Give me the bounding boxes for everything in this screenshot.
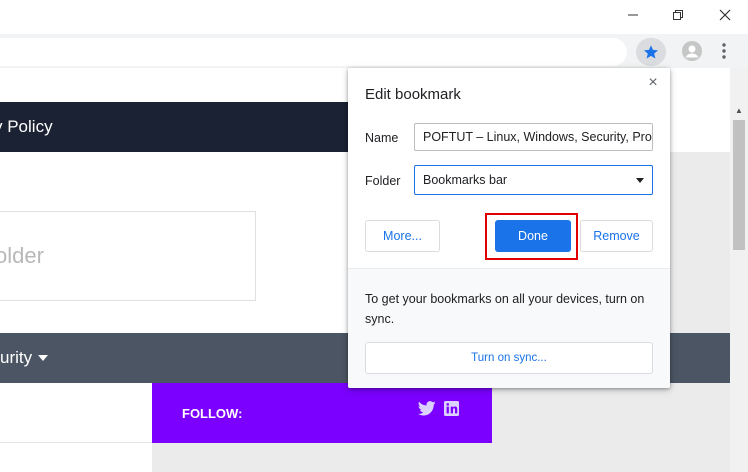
follow-label: FOLLOW: [182,405,243,421]
sidebar-background-lower [492,383,730,472]
folder-select[interactable]: Bookmarks bar [414,165,653,195]
close-icon [719,9,731,21]
turn-on-sync-button[interactable]: Turn on sync... [365,342,653,374]
scrollbar-thumb[interactable] [733,120,745,250]
kebab-menu-icon [722,43,726,59]
twitter-icon[interactable] [418,401,436,416]
sync-promo: To get your bookmarks on all your device… [348,268,670,388]
chevron-down-icon [38,355,49,361]
browser-menu-button[interactable] [714,39,734,63]
more-button[interactable]: More... [365,220,440,252]
star-icon [644,45,658,59]
nav-link-privacy-policy[interactable]: y Policy [0,117,53,137]
divider [0,442,152,443]
dialog-title: Edit bookmark [365,86,461,103]
sidebar-content [152,443,492,472]
close-window-button[interactable] [702,0,748,30]
minimize-button[interactable] [610,0,656,30]
social-icons [418,401,459,416]
minimize-icon [628,14,638,16]
bookmark-name-field[interactable]: POFTUT – Linux, Windows, Security, Progr [414,123,653,151]
linkedin-icon[interactable] [444,401,459,416]
close-icon: × [648,74,658,91]
menu-item-security[interactable]: urity [0,348,32,368]
restore-icon [673,10,683,20]
search-placeholder: older [0,243,44,268]
dialog-close-button[interactable]: × [644,74,662,92]
title-bar [0,0,748,34]
dropdown-arrow-icon [636,178,644,183]
bookmark-star-button[interactable] [636,38,666,66]
edit-bookmark-dialog: Edit bookmark × Name POFTUT – Linux, Win… [348,68,670,388]
scroll-up-arrow-icon[interactable]: ▲ [730,102,748,118]
profile-button[interactable] [680,39,704,63]
folder-label: Folder [365,174,401,188]
done-button[interactable]: Done [495,220,571,252]
account-icon [682,41,702,61]
folder-selected-value: Bookmarks bar [423,173,508,187]
page-scrollbar[interactable]: ▲ [730,68,748,472]
restore-button[interactable] [655,0,701,30]
search-box[interactable]: older [0,211,256,301]
sync-description: To get your bookmarks on all your device… [365,292,645,326]
remove-button[interactable]: Remove [580,220,653,252]
address-bar[interactable] [0,38,627,66]
name-label: Name [365,131,399,145]
